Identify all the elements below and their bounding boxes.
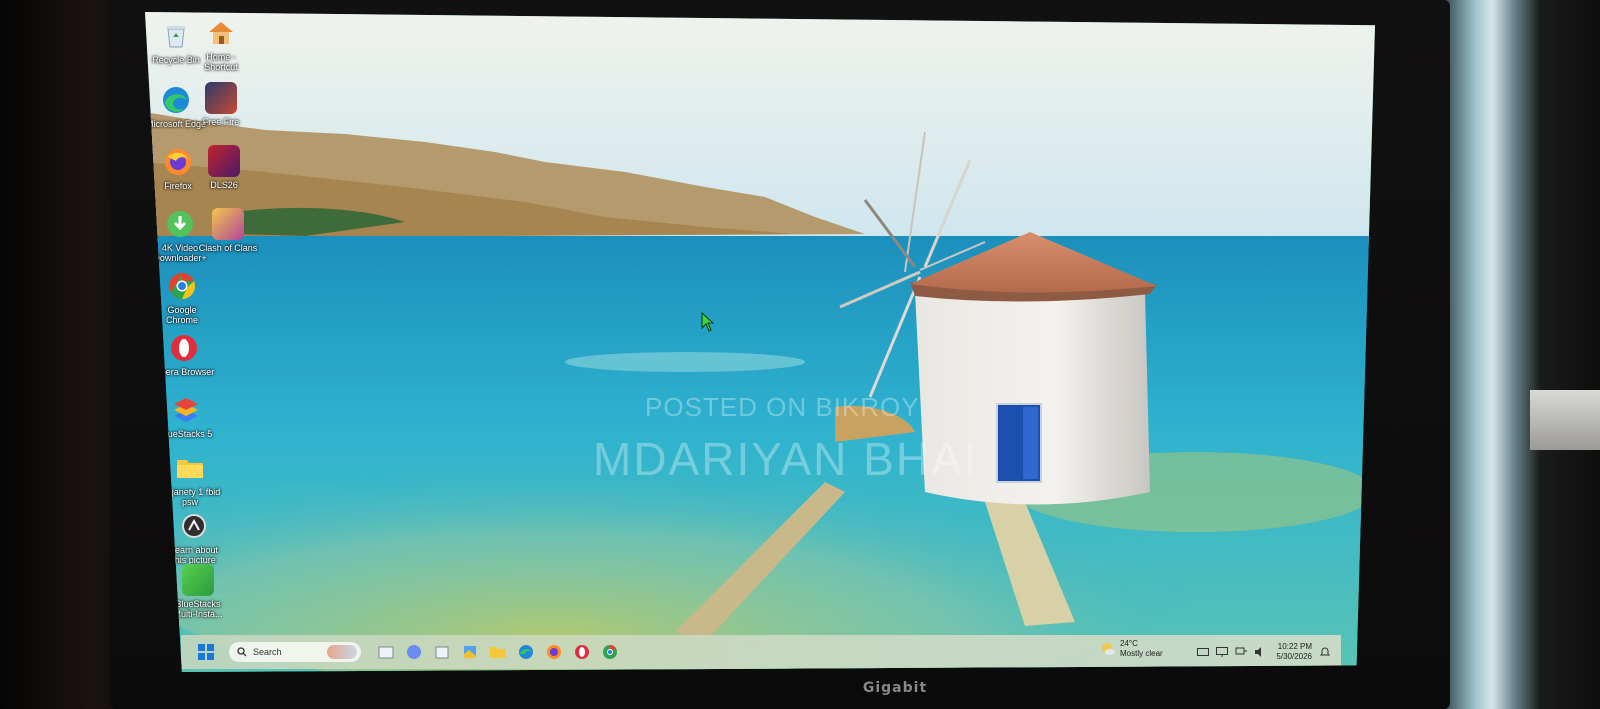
taskbar-chrome-icon[interactable] bbox=[599, 641, 621, 663]
bluestacks-icon bbox=[182, 564, 214, 596]
keyboard-icon[interactable] bbox=[1197, 647, 1210, 657]
moon-cloud-icon bbox=[1102, 643, 1115, 655]
desktop-icon-free-fire[interactable]: Free Fire bbox=[190, 82, 252, 127]
network-icon[interactable] bbox=[1235, 647, 1248, 657]
clock-time: 10:22 PM bbox=[1277, 642, 1312, 651]
bluestacks-icon bbox=[170, 394, 202, 426]
taskbar-store-icon[interactable] bbox=[431, 641, 453, 663]
taskbar-photos-icon[interactable] bbox=[459, 641, 481, 663]
watermark-posted: POSTED ON BIKROY bbox=[645, 392, 920, 422]
mouse-cursor-icon bbox=[701, 312, 715, 332]
watermark-name: MDARIYAN BHAI bbox=[593, 433, 979, 485]
monitor-screen: POSTED ON BIKROY MDARIYAN BHAI Recycle B… bbox=[145, 12, 1375, 672]
edge-icon bbox=[160, 84, 192, 116]
desktop-icon-label: Home - Shortcut bbox=[204, 52, 238, 72]
display-icon[interactable] bbox=[1216, 647, 1229, 657]
desktop-icon-clash-of-clans[interactable]: Clash of Clans bbox=[197, 208, 259, 253]
monitor-brand: Gigabit bbox=[862, 680, 928, 696]
folder-icon bbox=[174, 452, 206, 484]
search-highlight-image bbox=[327, 645, 357, 659]
weather-temp: 24°C bbox=[1120, 639, 1138, 648]
shelf bbox=[1530, 390, 1600, 450]
notification-bell-icon[interactable] bbox=[1319, 647, 1331, 657]
search-label: Search bbox=[253, 647, 282, 657]
weather-desc: Mostly clear bbox=[1120, 649, 1163, 658]
volume-icon[interactable] bbox=[1254, 647, 1266, 657]
downloader-icon bbox=[164, 208, 196, 240]
taskbar-folder-icon[interactable] bbox=[487, 641, 509, 663]
camera-icon bbox=[178, 510, 210, 542]
taskbar-file-explorer-icon[interactable] bbox=[375, 641, 397, 663]
opera-icon bbox=[168, 332, 200, 364]
clock-date: 5/30/2026 bbox=[1276, 652, 1312, 661]
desktop-icon-label: Clash of Clans bbox=[198, 243, 258, 253]
taskbar-edge-icon[interactable] bbox=[515, 641, 537, 663]
firefox-icon bbox=[162, 146, 194, 178]
desktop-icon-home-shortcut[interactable]: Home - Shortcut bbox=[190, 17, 252, 72]
home-icon bbox=[205, 17, 237, 49]
game-icon bbox=[212, 208, 244, 240]
desktop-icon-label: Free Fire bbox=[202, 117, 240, 127]
taskbar-firefox-icon[interactable] bbox=[543, 641, 565, 663]
start-button[interactable] bbox=[191, 637, 221, 667]
taskbar-search[interactable]: Search bbox=[229, 642, 361, 662]
game-icon bbox=[205, 82, 237, 114]
wallpaper-windmill bbox=[145, 12, 1375, 672]
recycle-bin-icon bbox=[160, 20, 192, 52]
desktop-icon-dls26[interactable]: DLS26 bbox=[193, 145, 255, 190]
taskbar-weather[interactable]: 24°C Mostly clear bbox=[1101, 639, 1163, 659]
system-tray: 10:22 PM 5/30/2026 bbox=[1190, 635, 1331, 669]
windows-icon bbox=[198, 644, 214, 660]
taskbar-opera-icon[interactable] bbox=[571, 641, 593, 663]
desktop-icon-label: DLS26 bbox=[210, 180, 238, 190]
search-icon bbox=[237, 647, 247, 657]
taskbar: Search 24°C Mostly clear 10:22 PM 5/30/2… bbox=[181, 635, 1341, 669]
taskbar-clock[interactable]: 10:22 PM 5/30/2026 bbox=[1276, 642, 1312, 662]
chrome-icon bbox=[166, 270, 198, 302]
game-icon bbox=[208, 145, 240, 177]
taskbar-chat-icon[interactable] bbox=[403, 641, 425, 663]
